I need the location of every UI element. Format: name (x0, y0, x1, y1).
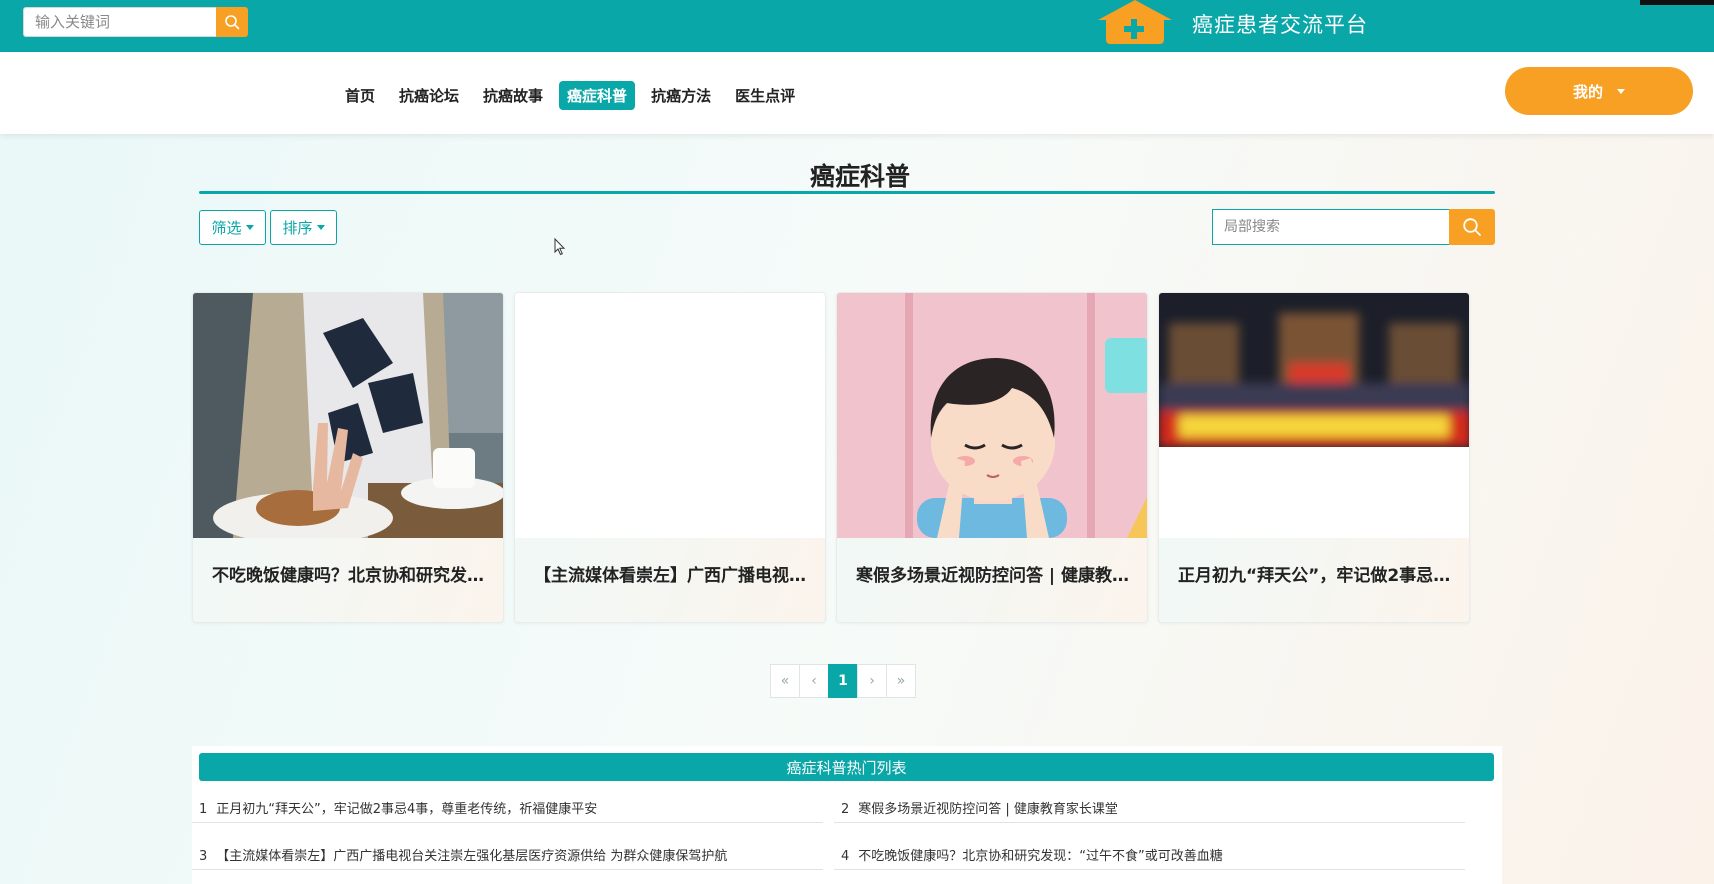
nav-item-home[interactable]: 首页 (337, 81, 383, 110)
card-title: 正月初九“拜天公”，牢记做2事忌4事，尊重老传统，祈福健康平安 (1178, 566, 1454, 586)
filter-dropdown-button[interactable]: 筛选 (199, 210, 266, 245)
pagination-next[interactable]: › (857, 664, 887, 698)
mouse-cursor-icon (554, 238, 566, 256)
window-edge (1640, 0, 1714, 5)
global-search-button[interactable] (216, 7, 248, 37)
local-search-input[interactable] (1212, 209, 1449, 245)
caret-down-icon (316, 225, 325, 230)
hot-list-panel: 癌症科普热门列表 1 正月初九“拜天公”，牢记做2事忌4事，尊重老传统，祈福健康平… (192, 746, 1502, 884)
nav-item-stories[interactable]: 抗癌故事 (475, 81, 551, 110)
global-search-input[interactable] (23, 7, 216, 37)
site-title: 癌症患者交流平台 (1192, 13, 1368, 37)
card-image (515, 293, 825, 538)
card-title: 寒假多场景近视防控问答 | 健康教育家长课堂 (856, 566, 1132, 586)
card-image (837, 293, 1147, 538)
hot-list-text: 寒假多场景近视防控问答 | 健康教育家长课堂 (858, 802, 1118, 817)
mine-dropdown-button[interactable]: 我的 (1505, 67, 1693, 115)
article-card[interactable]: 不吃晚饭健康吗？北京协和研究发现：“过午不食”或可改善血糖 (192, 292, 504, 623)
pagination-first[interactable]: « (770, 664, 800, 698)
caret-down-icon (245, 225, 254, 230)
hot-list-number: 1 (199, 802, 208, 817)
card-title: 【主流媒体看崇左】广西广播电视台关注崇左强化基层医疗资源供给 为群众健康保驾护航 (534, 566, 810, 586)
global-search (23, 7, 248, 37)
sort-dropdown-button[interactable]: 排序 (270, 210, 337, 245)
hot-list-text: 正月初九“拜天公”，牢记做2事忌4事，尊重老传统，祈福健康平安 (216, 802, 598, 817)
hot-list-item[interactable]: 2 寒假多场景近视防控问答 | 健康教育家长课堂 (834, 789, 1465, 823)
pagination: « ‹ 1 › » (770, 664, 916, 698)
card-image (193, 293, 503, 538)
search-icon (1463, 218, 1481, 236)
nav-item-forum[interactable]: 抗癌论坛 (391, 81, 467, 110)
nav-item-doctor-reviews[interactable]: 医生点评 (727, 81, 803, 110)
search-icon (225, 15, 240, 30)
pagination-page-1[interactable]: 1 (828, 664, 858, 698)
hot-list-item[interactable]: 3 【主流媒体看崇左】广西广播电视台关注崇左强化基层医疗资源供给 为群众健康保驾护… (192, 836, 823, 870)
article-card[interactable]: 【主流媒体看崇左】广西广播电视台关注崇左强化基层医疗资源供给 为群众健康保驾护航 (514, 292, 826, 623)
title-divider (199, 191, 1495, 194)
page-title: 癌症科普 (809, 162, 910, 191)
article-card[interactable]: 正月初九“拜天公”，牢记做2事忌4事，尊重老传统，祈福健康平安 (1158, 292, 1470, 623)
hot-list-text: 【主流媒体看崇左】广西广播电视台关注崇左强化基层医疗资源供给 为群众健康保驾护航 (216, 849, 728, 864)
nav-menu: 首页 抗癌论坛 抗癌故事 癌症科普 抗癌方法 医生点评 (337, 81, 811, 110)
nav-item-methods[interactable]: 抗癌方法 (643, 81, 719, 110)
house-plus-icon (1098, 0, 1172, 44)
mine-label: 我的 (1572, 82, 1603, 101)
hot-list-text: 不吃晚饭健康吗？北京协和研究发现：“过午不食”或可改善血糖 (858, 849, 1223, 864)
filter-label: 筛选 (211, 219, 242, 237)
hot-list-number: 2 (841, 802, 850, 817)
article-card[interactable]: 寒假多场景近视防控问答 | 健康教育家长课堂 (836, 292, 1148, 623)
pagination-last[interactable]: » (886, 664, 916, 698)
local-search (1212, 209, 1495, 245)
hot-list-number: 4 (841, 849, 850, 864)
nav-item-science[interactable]: 癌症科普 (559, 81, 636, 110)
main-nav: 首页 抗癌论坛 抗癌故事 癌症科普 抗癌方法 医生点评 我的 (0, 52, 1714, 134)
caret-down-icon (1617, 88, 1625, 94)
card-title: 不吃晚饭健康吗？北京协和研究发现：“过午不食”或可改善血糖 (212, 566, 488, 586)
hot-list-title: 癌症科普热门列表 (199, 753, 1494, 781)
hot-list-number: 3 (199, 849, 208, 864)
hot-list-item[interactable]: 1 正月初九“拜天公”，牢记做2事忌4事，尊重老传统，祈福健康平安 (192, 789, 823, 823)
hot-list-item[interactable]: 4 不吃晚饭健康吗？北京协和研究发现：“过午不食”或可改善血糖 (834, 836, 1465, 870)
top-bar: 癌症患者交流平台 (0, 0, 1714, 52)
pagination-prev[interactable]: ‹ (799, 664, 829, 698)
card-image (1159, 293, 1469, 538)
local-search-button[interactable] (1449, 209, 1495, 245)
sort-label: 排序 (282, 219, 313, 237)
